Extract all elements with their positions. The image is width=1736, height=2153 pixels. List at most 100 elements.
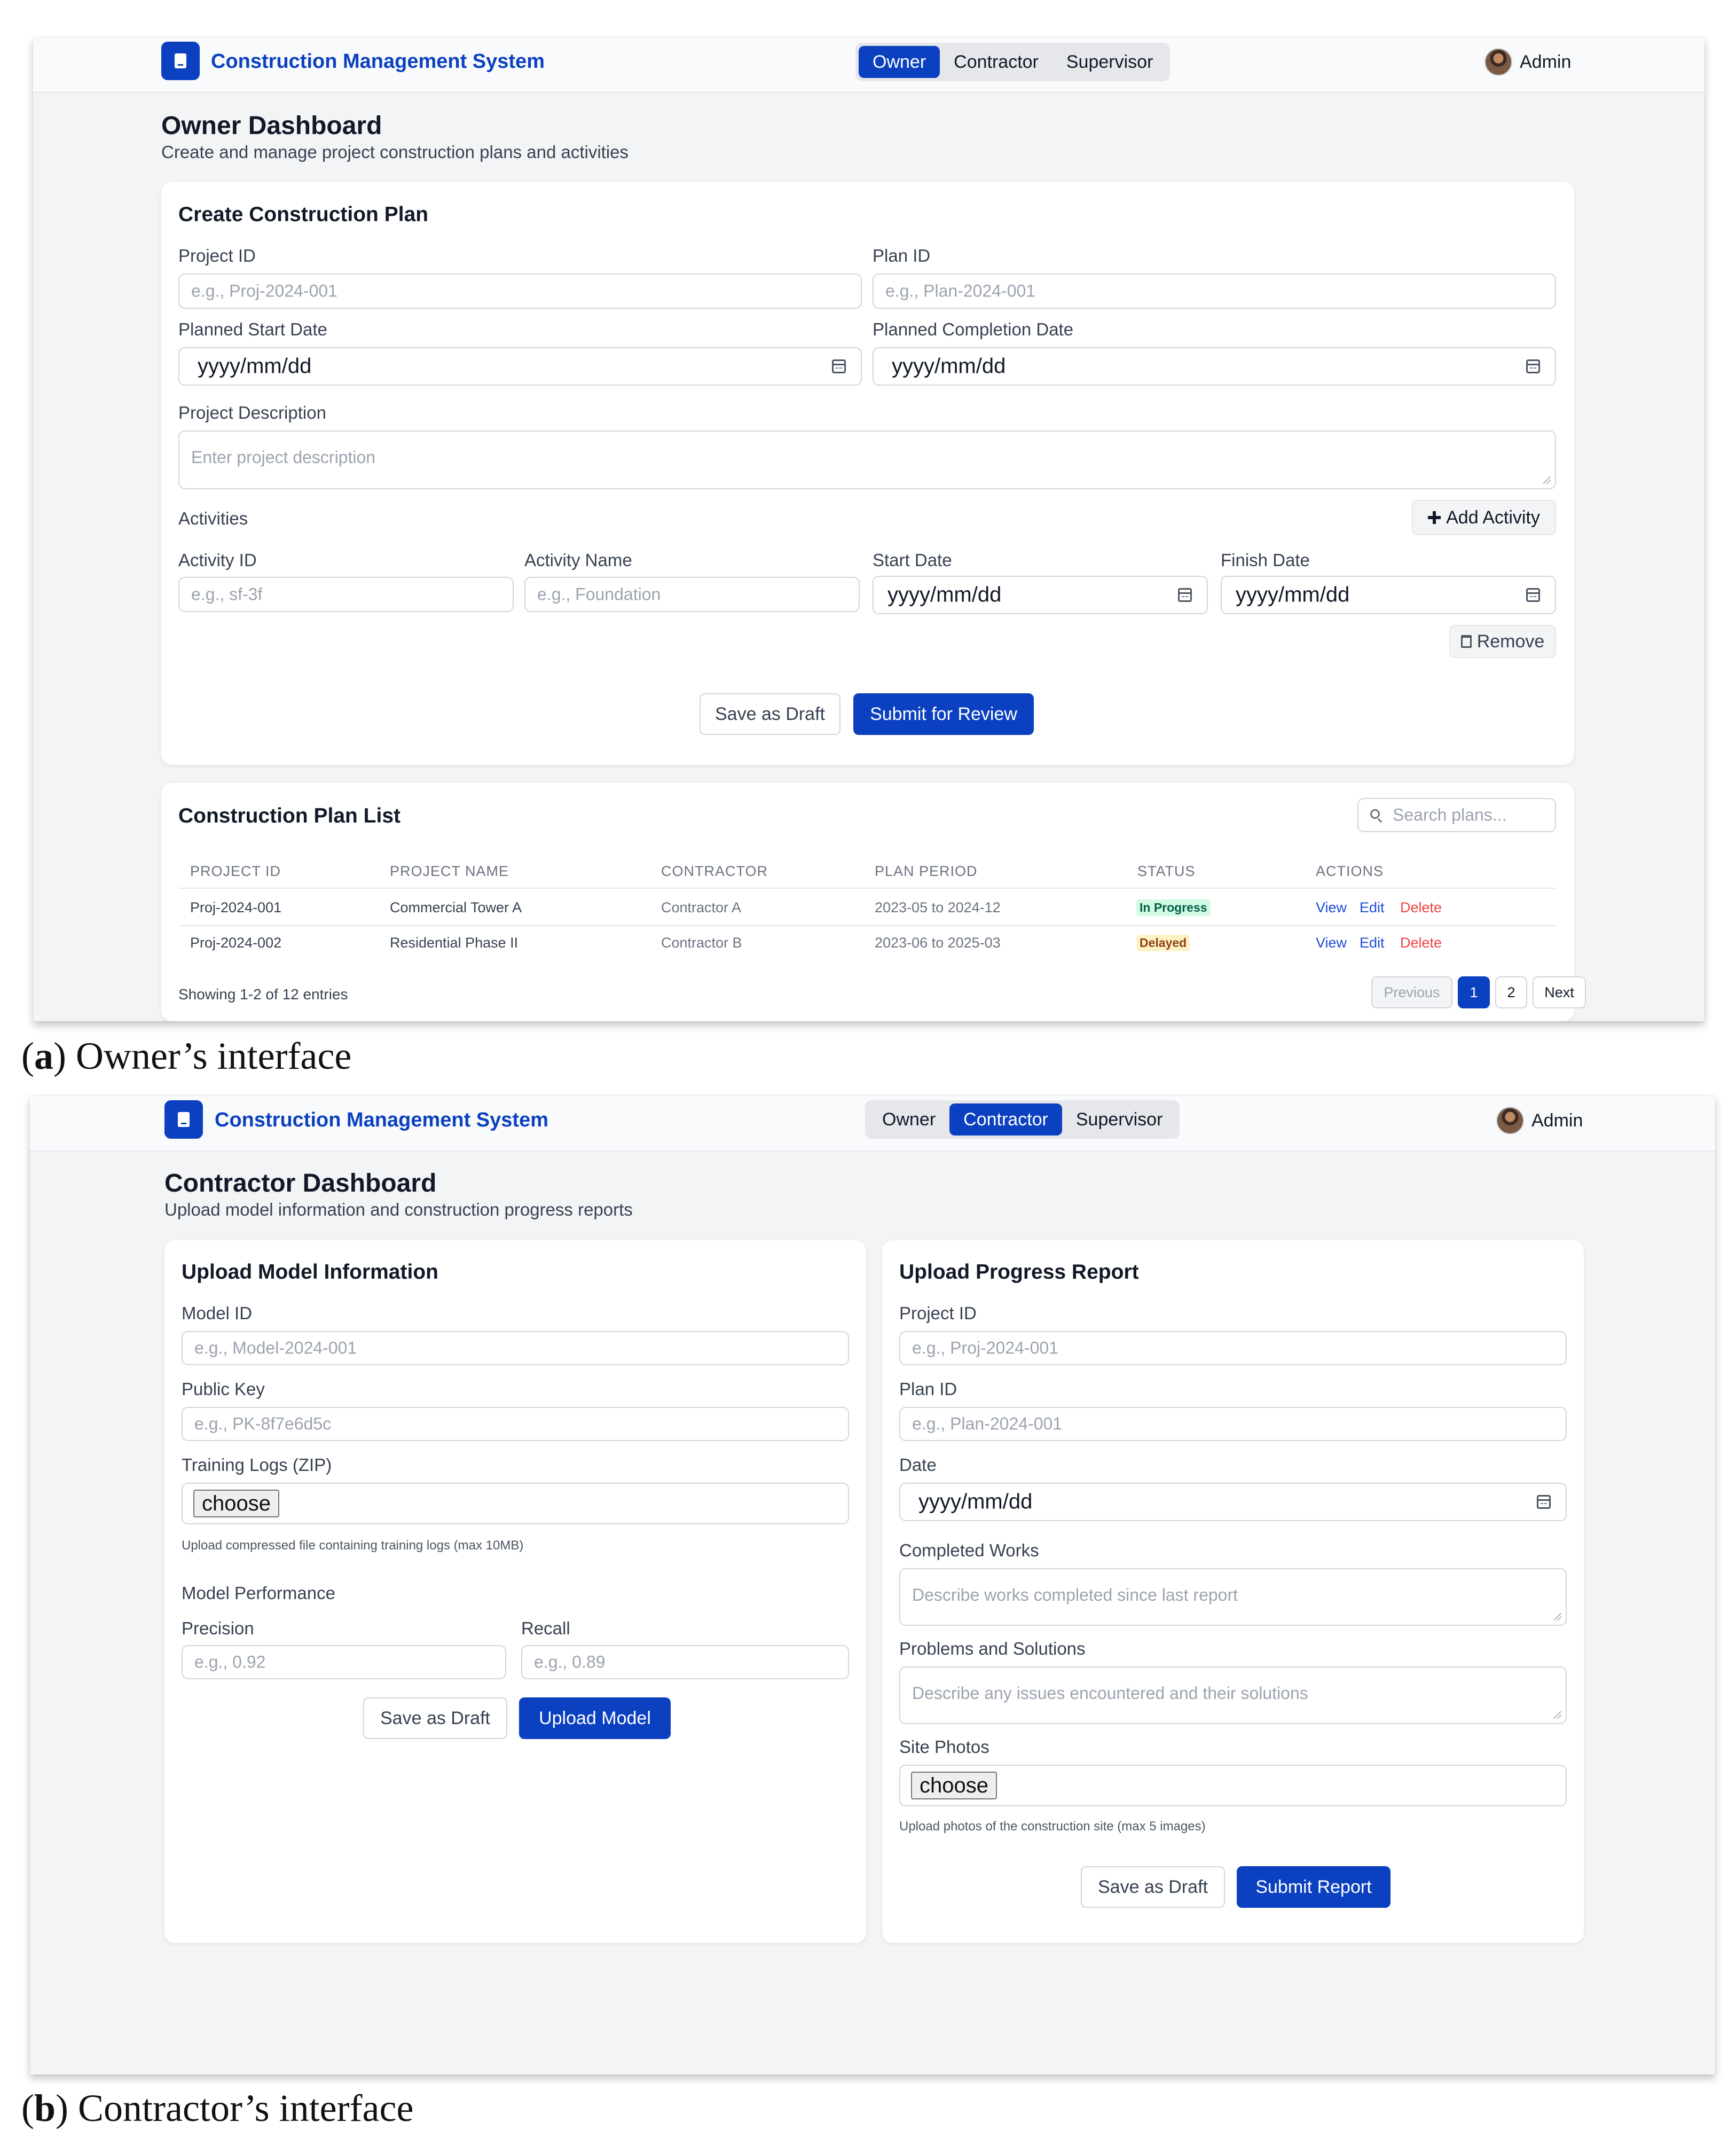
choose-file-button[interactable]: choose xyxy=(911,1772,997,1799)
role-switcher: Owner Contractor Supervisor xyxy=(855,43,1171,81)
project-description-label: Project Description xyxy=(178,403,326,422)
upload-model-card: Upload Model Information Model ID e.g., … xyxy=(164,1240,866,1943)
card-title: Construction Plan List xyxy=(178,804,401,827)
save-draft-button[interactable]: Save as Draft xyxy=(700,693,840,735)
project-id-input[interactable]: e.g., Proj-2024-001 xyxy=(178,273,862,309)
calendar-icon[interactable] xyxy=(1537,1495,1551,1509)
cell-contractor: Contractor B xyxy=(661,935,742,951)
site-photos-label: Site Photos xyxy=(899,1737,989,1757)
tab-contractor[interactable]: Contractor xyxy=(949,1103,1062,1136)
cell-project-name: Residential Phase II xyxy=(390,935,519,951)
activity-start-date-label: Start Date xyxy=(873,550,952,570)
user-menu[interactable]: Admin xyxy=(1496,1107,1583,1134)
plan-id-input[interactable]: e.g., Plan-2024-001 xyxy=(873,273,1556,309)
user-name: Admin xyxy=(1520,51,1572,72)
model-id-label: Model ID xyxy=(182,1303,253,1323)
choose-file-button[interactable]: choose xyxy=(193,1490,279,1517)
view-link[interactable]: View xyxy=(1316,899,1347,916)
date-label: Date xyxy=(899,1455,937,1475)
project-id-input[interactable]: e.g., Proj-2024-001 xyxy=(899,1331,1567,1365)
table-divider xyxy=(178,925,1556,926)
column-header: CONTRACTOR xyxy=(661,863,768,879)
precision-label: Precision xyxy=(182,1618,254,1638)
page-1-button[interactable]: 1 xyxy=(1458,976,1490,1008)
card-title: Create Construction Plan xyxy=(178,203,429,226)
app-brand[interactable]: Construction Management System xyxy=(215,1109,548,1132)
activity-start-date-input[interactable]: yyyy/mm/dd xyxy=(873,576,1208,614)
save-draft-button[interactable]: Save as Draft xyxy=(1081,1866,1225,1908)
model-id-input[interactable]: e.g., Model-2024-001 xyxy=(182,1331,849,1365)
trash-icon xyxy=(1460,635,1472,648)
activity-finish-date-input[interactable]: yyyy/mm/dd xyxy=(1221,576,1556,614)
planned-completion-date-input[interactable]: yyyy/mm/dd xyxy=(873,347,1556,386)
activity-name-label: Activity Name xyxy=(524,550,632,570)
completed-works-textarea[interactable]: Describe works completed since last repo… xyxy=(899,1568,1567,1626)
app-brand[interactable]: Construction Management System xyxy=(211,50,545,73)
upload-report-card: Upload Progress Report Project ID e.g., … xyxy=(882,1240,1584,1943)
search-input[interactable]: Search plans... xyxy=(1357,798,1556,832)
activity-id-input[interactable]: e.g., sf-3f xyxy=(178,577,514,612)
calendar-icon[interactable] xyxy=(1526,359,1540,373)
activity-finish-date-label: Finish Date xyxy=(1221,550,1310,570)
tab-owner[interactable]: Owner xyxy=(859,46,940,78)
activity-name-input[interactable]: e.g., Foundation xyxy=(524,577,860,612)
remove-activity-button[interactable]: Remove xyxy=(1449,625,1556,658)
precision-input[interactable]: e.g., 0.92 xyxy=(182,1645,506,1679)
problems-solutions-textarea[interactable]: Describe any issues encountered and thei… xyxy=(899,1666,1567,1724)
avatar xyxy=(1484,48,1512,76)
calendar-icon[interactable] xyxy=(1178,588,1192,602)
caption-a: (a) Owner’s interface xyxy=(21,1035,352,1077)
edit-link[interactable]: Edit xyxy=(1360,935,1385,951)
cell-plan-period: 2023-06 to 2025-03 xyxy=(875,935,1001,951)
page-subtitle: Create and manage project construction p… xyxy=(161,142,629,162)
edit-link[interactable]: Edit xyxy=(1360,899,1385,916)
tab-owner[interactable]: Owner xyxy=(868,1103,949,1136)
public-key-input[interactable]: e.g., PK-8f7e6d5c xyxy=(182,1407,849,1441)
public-key-label: Public Key xyxy=(182,1379,265,1399)
page-subtitle: Upload model information and constructio… xyxy=(164,1200,633,1219)
tab-supervisor[interactable]: Supervisor xyxy=(1052,46,1167,78)
page-title: Contractor Dashboard xyxy=(164,1169,437,1197)
status-badge: In Progress xyxy=(1136,899,1211,916)
training-logs-file-input[interactable]: choose xyxy=(182,1483,849,1524)
cell-project-name: Commercial Tower A xyxy=(390,899,522,915)
resize-handle-icon[interactable] xyxy=(1554,1613,1561,1620)
save-draft-button[interactable]: Save as Draft xyxy=(363,1697,507,1739)
site-photos-file-input[interactable]: choose xyxy=(899,1765,1567,1806)
tab-supervisor[interactable]: Supervisor xyxy=(1062,1103,1177,1136)
submit-report-button[interactable]: Submit Report xyxy=(1237,1866,1391,1908)
add-activity-button[interactable]: Add Activity xyxy=(1412,500,1556,535)
next-page-button[interactable]: Next xyxy=(1533,976,1586,1008)
status-badge: Delayed xyxy=(1136,935,1190,951)
site-photos-hint: Upload photos of the construction site (… xyxy=(899,1819,1206,1834)
avatar xyxy=(1496,1107,1524,1134)
planned-start-date-label: Planned Start Date xyxy=(178,319,327,339)
cell-project-id: Proj-2024-001 xyxy=(190,899,282,915)
calendar-icon[interactable] xyxy=(832,359,846,373)
completed-works-label: Completed Works xyxy=(899,1540,1039,1560)
project-description-textarea[interactable]: Enter project description xyxy=(178,430,1556,489)
user-name: Admin xyxy=(1531,1110,1583,1131)
owner-interface-screenshot: Construction Management System Owner Con… xyxy=(33,37,1704,1021)
resize-handle-icon[interactable] xyxy=(1543,476,1551,484)
app-logo-icon[interactable] xyxy=(164,1100,203,1139)
app-logo-icon[interactable] xyxy=(161,42,200,80)
planned-start-date-input[interactable]: yyyy/mm/dd xyxy=(178,347,862,386)
model-performance-label: Model Performance xyxy=(182,1583,335,1603)
calendar-icon[interactable] xyxy=(1526,588,1540,602)
report-date-input[interactable]: yyyy/mm/dd xyxy=(899,1483,1567,1521)
recall-input[interactable]: e.g., 0.89 xyxy=(521,1645,849,1679)
submit-for-review-button[interactable]: Submit for Review xyxy=(853,693,1034,735)
delete-link[interactable]: Delete xyxy=(1400,899,1442,916)
column-header: PROJECT NAME xyxy=(390,863,509,879)
upload-model-button[interactable]: Upload Model xyxy=(519,1697,671,1739)
previous-page-button[interactable]: Previous xyxy=(1371,976,1452,1008)
delete-link[interactable]: Delete xyxy=(1400,935,1442,951)
resize-handle-icon[interactable] xyxy=(1554,1711,1561,1719)
view-link[interactable]: View xyxy=(1316,935,1347,951)
tab-contractor[interactable]: Contractor xyxy=(940,46,1052,78)
plan-id-input[interactable]: e.g., Plan-2024-001 xyxy=(899,1407,1567,1441)
user-menu[interactable]: Admin xyxy=(1484,48,1571,76)
plus-icon xyxy=(1428,511,1441,524)
page-2-button[interactable]: 2 xyxy=(1495,976,1527,1008)
